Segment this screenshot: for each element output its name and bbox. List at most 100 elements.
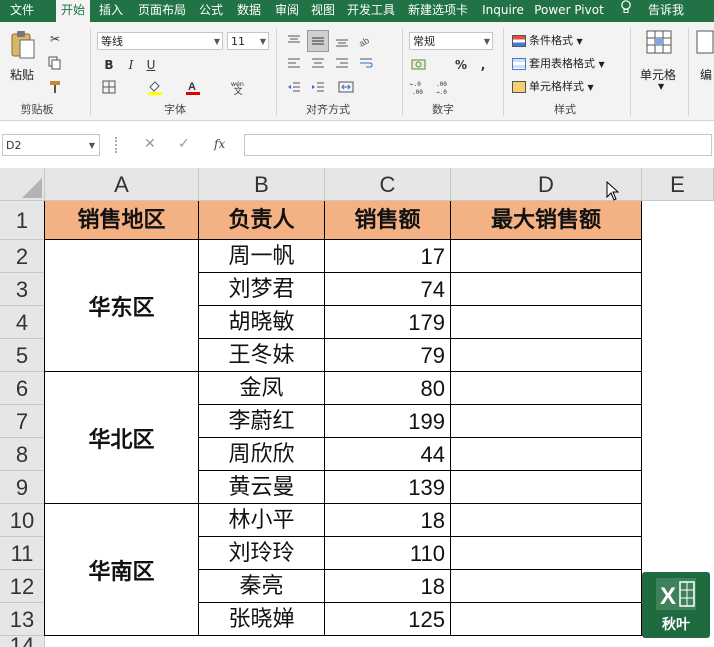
tab-view[interactable]: 视图 [306,0,340,22]
phonetic-icon[interactable]: wén 文 [230,78,248,96]
row-header-2[interactable]: 2 [0,240,45,273]
row-header-6[interactable]: 6 [0,372,45,405]
column-header-a[interactable]: A [45,168,199,201]
row-header-3[interactable]: 3 [0,273,45,306]
row-header-12[interactable]: 12 [0,570,45,603]
tab-new[interactable]: 新建选项卡 [403,0,473,22]
owner-cell[interactable]: 刘玲玲 [199,537,325,570]
header-cell-region[interactable]: 销售地区 [45,201,199,240]
tab-page-layout[interactable]: 页面布局 [134,0,190,22]
cells-button[interactable]: 单元格 [640,66,676,83]
align-bottom-icon[interactable] [333,32,351,50]
font-size-select[interactable]: 11 ▼ [227,32,269,50]
chevron-down-icon[interactable]: ▼ [658,82,664,91]
owner-cell[interactable]: 周一帆 [199,240,325,273]
align-middle-icon[interactable] [307,30,329,52]
header-cell-sales[interactable]: 销售额 [325,201,451,240]
tab-insert[interactable]: 插入 [94,0,128,22]
drag-handle-icon[interactable] [115,137,119,153]
decrease-indent-icon[interactable] [285,78,303,96]
tab-review[interactable]: 审阅 [270,0,304,22]
owner-cell[interactable]: 林小平 [199,504,325,537]
tab-file[interactable]: 文件 [0,0,44,22]
font-name-select[interactable]: 等线 ▼ [97,32,223,50]
header-cell-owner[interactable]: 负责人 [199,201,325,240]
align-left-icon[interactable] [285,54,303,72]
sales-cell[interactable]: 139 [325,471,451,504]
enter-icon[interactable]: ✓ [178,136,190,152]
tab-inquire[interactable]: Inquire [478,0,528,22]
max-sales-cell[interactable] [451,438,642,471]
number-format-select[interactable]: 常规 ▼ [409,32,493,50]
increase-indent-icon[interactable] [309,78,327,96]
cells-icon[interactable] [646,30,672,58]
max-sales-cell[interactable] [451,570,642,603]
sales-cell[interactable]: 79 [325,339,451,372]
increase-decimal-icon[interactable]: ←.0.00 [410,78,428,96]
percent-icon[interactable]: % [452,56,470,74]
row-header-10[interactable]: 10 [0,504,45,537]
owner-cell[interactable]: 刘梦君 [199,273,325,306]
column-header-e[interactable]: E [642,168,714,201]
region-cell-south[interactable]: 华南区 [45,504,199,636]
max-sales-cell[interactable] [451,471,642,504]
max-sales-cell[interactable] [451,372,642,405]
row-header-14[interactable]: 14 [0,636,45,647]
column-header-c[interactable]: C [325,168,451,201]
sales-cell[interactable]: 44 [325,438,451,471]
max-sales-cell[interactable] [451,504,642,537]
max-sales-cell[interactable] [451,339,642,372]
owner-cell[interactable]: 黄云曼 [199,471,325,504]
formula-input[interactable] [244,134,712,156]
sales-cell[interactable]: 74 [325,273,451,306]
region-cell-north[interactable]: 华北区 [45,372,199,504]
format-as-table-button[interactable]: 套用表格格式 ▼ [512,55,605,71]
align-right-icon[interactable] [333,54,351,72]
comma-style-icon[interactable]: , [474,56,492,74]
paste-button[interactable]: 粘贴 [10,66,34,83]
column-header-b[interactable]: B [199,168,325,201]
tab-formulas[interactable]: 公式 [194,0,228,22]
max-sales-cell[interactable] [451,240,642,273]
text-orientation-icon[interactable]: ab [357,32,375,50]
header-cell-max-sales[interactable]: 最大销售额 [451,201,642,240]
font-color-icon[interactable]: A [184,78,202,96]
select-all-corner[interactable] [0,168,45,201]
accounting-format-icon[interactable] [410,56,428,74]
cut-icon[interactable]: ✂ [46,30,64,48]
max-sales-cell[interactable] [451,537,642,570]
owner-cell[interactable]: 王冬妹 [199,339,325,372]
owner-cell[interactable]: 周欣欣 [199,438,325,471]
owner-cell[interactable]: 胡晓敏 [199,306,325,339]
sales-cell[interactable]: 17 [325,240,451,273]
row-header-1[interactable]: 1 [0,201,45,240]
owner-cell[interactable]: 李蔚红 [199,405,325,438]
conditional-format-button[interactable]: 条件格式 ▼ [512,32,583,48]
decrease-decimal-icon[interactable]: .00 →.0 [436,78,454,96]
owner-cell[interactable]: 金凤 [199,372,325,405]
tab-developer[interactable]: 开发工具 [343,0,399,22]
editing-button[interactable]: 编 [700,66,712,83]
copy-icon[interactable] [46,54,64,72]
row-header-8[interactable]: 8 [0,438,45,471]
italic-button[interactable]: I [122,56,140,74]
max-sales-cell[interactable] [451,405,642,438]
sales-cell[interactable]: 18 [325,504,451,537]
row-header-5[interactable]: 5 [0,339,45,372]
lightbulb-icon[interactable] [618,0,634,22]
name-box[interactable]: D2 ▼ [2,134,100,156]
row-header-4[interactable]: 4 [0,306,45,339]
sales-cell[interactable]: 199 [325,405,451,438]
max-sales-cell[interactable] [451,603,642,636]
tab-power-pivot[interactable]: Power Pivot [532,0,606,22]
sales-cell[interactable]: 179 [325,306,451,339]
region-cell-east[interactable]: 华东区 [45,240,199,372]
row-header-13[interactable]: 13 [0,603,45,636]
sales-cell[interactable]: 80 [325,372,451,405]
sales-cell[interactable]: 110 [325,537,451,570]
row-header-11[interactable]: 11 [0,537,45,570]
sales-cell[interactable]: 18 [325,570,451,603]
insert-function-icon[interactable]: fx [214,137,225,151]
editing-icon[interactable] [696,30,714,58]
bold-button[interactable]: B [100,56,118,74]
